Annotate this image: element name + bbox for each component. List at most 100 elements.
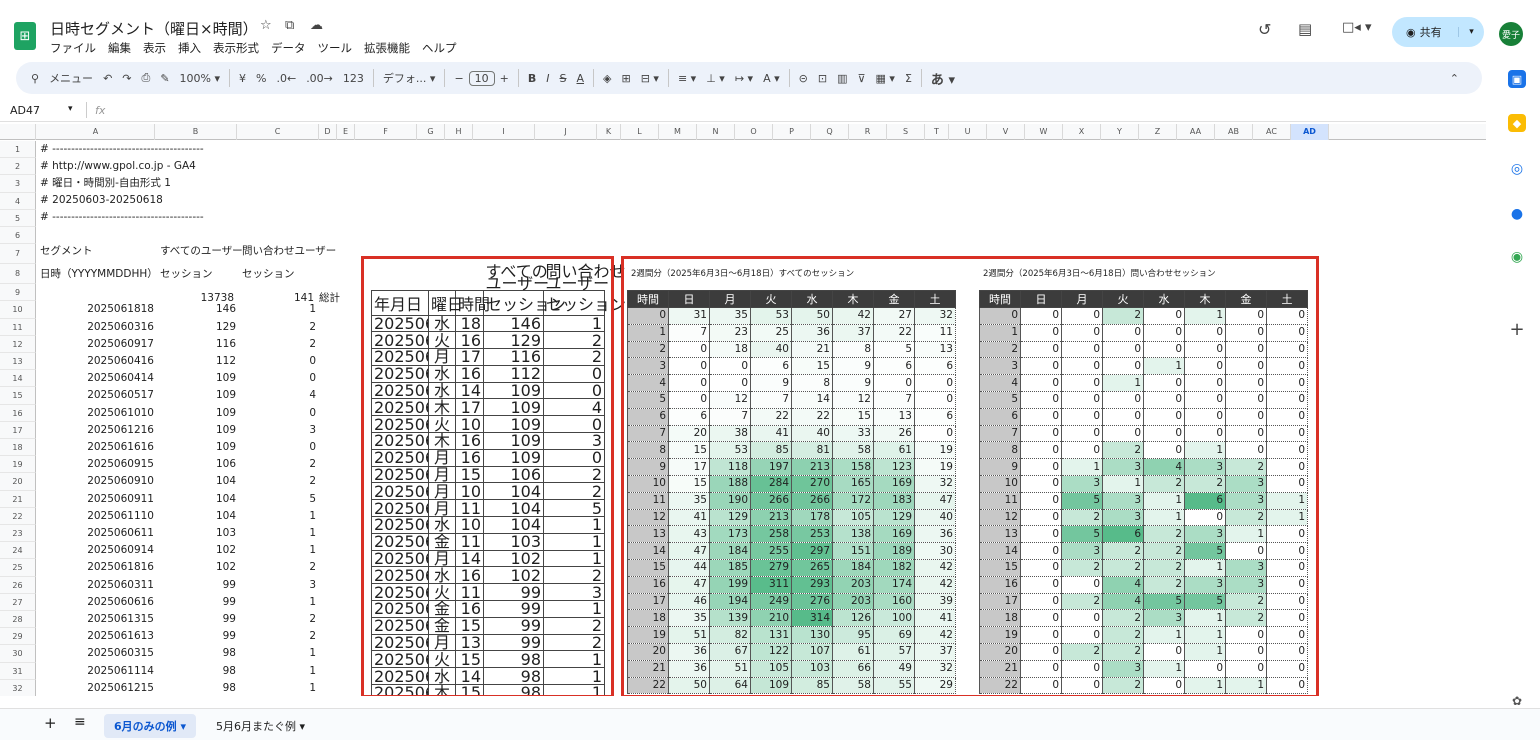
menu-tools[interactable]: ツール (318, 40, 353, 56)
inquiry-sessions-cell[interactable]: 2 (240, 611, 316, 627)
strikethrough-button[interactable]: S (555, 72, 572, 85)
inquiry-sessions-cell[interactable]: 0 (240, 405, 316, 421)
column-header-j[interactable]: J (535, 124, 597, 140)
redo-icon[interactable]: ↷ (117, 72, 136, 85)
percent-button[interactable]: % (251, 72, 271, 85)
session-header-c[interactable]: セッション (242, 266, 295, 282)
header-comment-line[interactable]: # --------------------------------------… (40, 209, 204, 225)
decrease-decimal-button[interactable]: .0← (271, 72, 301, 85)
inquiry-sessions-cell[interactable]: 1 (240, 680, 316, 696)
row-header-10[interactable]: 10 (0, 301, 36, 319)
inquiry-sessions-cell[interactable]: 1 (240, 301, 316, 317)
datetime-cell[interactable]: 2025061613 (40, 628, 154, 644)
datetime-cell[interactable]: 2025060611 (40, 525, 154, 541)
row-header-21[interactable]: 21 (0, 490, 36, 508)
valign-icon[interactable]: ⊥ ▾ (701, 72, 730, 85)
sheets-logo-icon[interactable]: ⊞ (14, 22, 36, 50)
undo-icon[interactable]: ↶ (98, 72, 117, 85)
column-header-ab[interactable]: AB (1215, 124, 1253, 140)
header-comment-report[interactable]: # 曜日・時間別-自由形式 1 (40, 175, 171, 191)
row-header-15[interactable]: 15 (0, 387, 36, 405)
inquiry-sessions-cell[interactable]: 0 (240, 439, 316, 455)
rotate-icon[interactable]: A ▾ (758, 72, 785, 85)
row-header-7[interactable]: 7 (0, 244, 36, 265)
column-header-u[interactable]: U (949, 124, 987, 140)
column-header-d[interactable]: D (319, 124, 337, 140)
font-size-plus-button[interactable]: + (495, 72, 514, 85)
functions-icon[interactable]: Σ (900, 72, 917, 85)
merge-cells-icon[interactable]: ⊟ ▾ (636, 72, 664, 85)
all-sessions-cell[interactable]: 99 (160, 628, 236, 644)
input-tools-button[interactable]: あ ▾ (926, 69, 960, 88)
filter-views-icon[interactable]: ▦ ▾ (871, 72, 900, 85)
inquiry-sessions-cell[interactable]: 5 (240, 491, 316, 507)
row-header-12[interactable]: 12 (0, 335, 36, 353)
datetime-cell[interactable]: 2025060414 (40, 370, 154, 386)
chart-icon[interactable]: ▥ (832, 72, 852, 85)
column-header-e[interactable]: E (337, 124, 355, 140)
inquiry-sessions-cell[interactable]: 3 (240, 577, 316, 593)
inquiry-sessions-cell[interactable]: 1 (240, 508, 316, 524)
column-header-i[interactable]: I (473, 124, 535, 140)
column-header-m[interactable]: M (659, 124, 697, 140)
column-header-v[interactable]: V (987, 124, 1025, 140)
all-sheets-button[interactable]: ≡ (74, 714, 86, 730)
datetime-cell[interactable]: 2025060911 (40, 491, 154, 507)
fill-color-icon[interactable]: ◈ (598, 72, 616, 85)
share-button[interactable]: ◉ 共有 ▾ (1392, 17, 1484, 47)
column-header-aa[interactable]: AA (1177, 124, 1215, 140)
menu-data[interactable]: データ (271, 40, 306, 56)
segment-label[interactable]: セグメント (40, 243, 93, 259)
row-header-29[interactable]: 29 (0, 628, 36, 646)
all-sessions-cell[interactable]: 104 (160, 508, 236, 524)
menu-insert[interactable]: 挿入 (178, 40, 201, 56)
font-size-minus-button[interactable]: − (449, 72, 468, 85)
all-sessions-cell[interactable]: 98 (160, 680, 236, 696)
row-header-4[interactable]: 4 (0, 192, 36, 210)
star-icon[interactable]: ☆ (260, 18, 272, 33)
datetime-cell[interactable]: 2025061114 (40, 663, 154, 679)
all-sessions-cell[interactable]: 109 (160, 439, 236, 455)
datetime-cell[interactable]: 2025061315 (40, 611, 154, 627)
inquiry-sessions-cell[interactable]: 0 (240, 370, 316, 386)
menu-format[interactable]: 表示形式 (213, 40, 259, 56)
inquiry-sessions-cell[interactable]: 1 (240, 645, 316, 661)
zoom-select[interactable]: 100% ▾ (175, 72, 225, 85)
column-header-ac[interactable]: AC (1253, 124, 1291, 140)
all-sessions-cell[interactable]: 109 (160, 422, 236, 438)
inquiry-sessions-cell[interactable]: 2 (240, 319, 316, 335)
avatar[interactable]: 愛子 (1499, 22, 1523, 46)
add-addon-icon[interactable]: + (1508, 319, 1526, 340)
column-header-o[interactable]: O (735, 124, 773, 140)
column-header-h[interactable]: H (445, 124, 473, 140)
link-icon[interactable]: ⊝ (794, 72, 813, 85)
column-header-ad[interactable]: AD (1291, 124, 1329, 140)
header-comment-range[interactable]: # 20250603-20250618 (40, 192, 163, 208)
all-sessions-cell[interactable]: 99 (160, 594, 236, 610)
row-header-5[interactable]: 5 (0, 209, 36, 227)
datetime-cell[interactable]: 2025061110 (40, 508, 154, 524)
row-header-31[interactable]: 31 (0, 662, 36, 680)
all-sessions-cell[interactable]: 112 (160, 353, 236, 369)
all-sessions-cell[interactable]: 106 (160, 456, 236, 472)
column-header-g[interactable]: G (417, 124, 445, 140)
sheet-tab-june[interactable]: 6月のみの例 ▾ (104, 714, 197, 738)
row-header-24[interactable]: 24 (0, 542, 36, 560)
add-sheet-button[interactable]: + (44, 714, 57, 732)
inquiry-sessions-cell[interactable]: 0 (240, 353, 316, 369)
all-sessions-cell[interactable]: 116 (160, 336, 236, 352)
inquiry-sessions-cell[interactable]: 2 (240, 336, 316, 352)
row-header-3[interactable]: 3 (0, 175, 36, 193)
datetime-cell[interactable]: 2025060917 (40, 336, 154, 352)
sheet-tab-may-june[interactable]: 5月6月またぐ例 ▾ (216, 718, 305, 734)
contacts-icon[interactable]: ● (1508, 205, 1526, 223)
print-icon[interactable]: ⎙ (137, 71, 156, 85)
column-header-z[interactable]: Z (1139, 124, 1177, 140)
datetime-cell[interactable]: 2025061816 (40, 559, 154, 575)
row-header-25[interactable]: 25 (0, 559, 36, 577)
row-header-20[interactable]: 20 (0, 473, 36, 491)
spreadsheet-grid[interactable]: A B C D E F G H I J K L M N O P Q R S T U V W X Y Z AA AB AC AD 12345… (0, 124, 1486, 696)
inquiry-sessions-cell[interactable]: 2 (240, 473, 316, 489)
name-box-dropdown-icon[interactable]: ▾ (68, 104, 73, 114)
inquiry-sessions-cell[interactable]: 1 (240, 525, 316, 541)
